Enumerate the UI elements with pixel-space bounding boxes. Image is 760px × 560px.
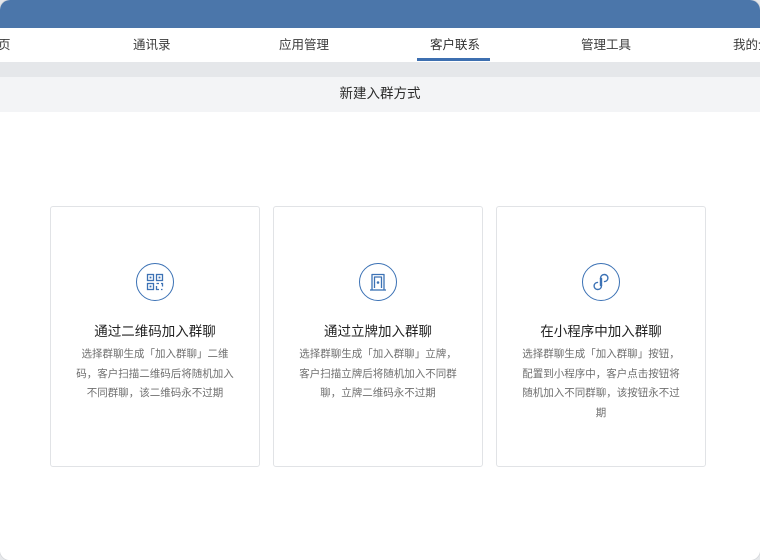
nav-item-my-enterprise[interactable]: 我的企 <box>733 28 760 62</box>
mini-program-icon <box>582 263 620 301</box>
card-title: 通过二维码加入群聊 <box>94 324 216 340</box>
page-title: 新建入群方式 <box>0 77 760 113</box>
join-by-sign-board-card[interactable]: 通过立牌加入群聊 选择群聊生成「加入群聊」立牌，客户扫描立牌后将随机加入不同群聊… <box>273 206 483 467</box>
card-title: 通过立牌加入群聊 <box>324 324 432 340</box>
divider-strip <box>0 62 760 77</box>
sign-board-icon <box>359 263 397 301</box>
nav-item-app-management[interactable]: 应用管理 <box>279 28 329 62</box>
content-area: 通过二维码加入群聊 选择群聊生成「加入群聊」二维码，客户扫描二维码后将随机加入不… <box>0 112 760 560</box>
card-description: 选择群聊生成「加入群聊」二维码，客户扫描二维码后将随机加入不同群聊，该二维码永不… <box>76 348 234 399</box>
nav-item-home[interactable]: 页 <box>0 28 11 62</box>
qrcode-icon <box>136 263 174 301</box>
nav-item-management-tools[interactable]: 管理工具 <box>581 28 631 62</box>
active-tab-indicator <box>417 58 490 61</box>
card-description: 选择群聊生成「加入群聊」立牌，客户扫描立牌后将随机加入不同群聊，立牌二维码永不过… <box>299 348 457 399</box>
card-description: 选择群聊生成「加入群聊」按钮，配置到小程序中，客户点击按钮将随机加入不同群聊，该… <box>522 348 680 419</box>
nav-item-customer-contact[interactable]: 客户联系 <box>430 28 480 62</box>
card-title: 在小程序中加入群聊 <box>540 324 662 340</box>
main-nav: 页 通讯录 应用管理 客户联系 管理工具 我的企 <box>0 28 760 63</box>
top-header-bar <box>0 0 760 28</box>
join-in-mini-program-card[interactable]: 在小程序中加入群聊 选择群聊生成「加入群聊」按钮，配置到小程序中，客户点击按钮将… <box>496 206 706 467</box>
app-window: 页 通讯录 应用管理 客户联系 管理工具 我的企 新建入群方式 <box>0 0 760 560</box>
join-by-qrcode-card[interactable]: 通过二维码加入群聊 选择群聊生成「加入群聊」二维码，客户扫描二维码后将随机加入不… <box>50 206 260 467</box>
nav-item-contacts[interactable]: 通讯录 <box>133 28 171 62</box>
